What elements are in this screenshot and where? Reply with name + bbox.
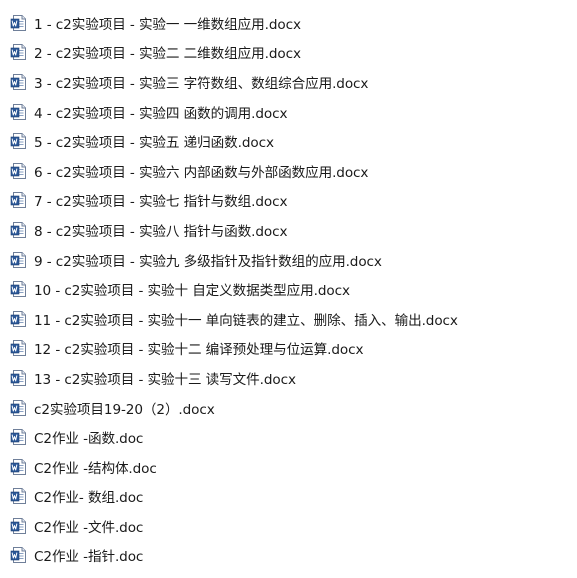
file-name: 12 - c2实验项目 - 实验十二 编译预处理与位运算.docx (34, 342, 364, 359)
file-item[interactable]: 2 - c2实验项目 - 实验二 二维数组应用.docx (0, 38, 577, 68)
word-document-icon (9, 427, 29, 447)
file-item[interactable]: 13 - c2实验项目 - 实验十三 读写文件.docx (0, 363, 577, 393)
file-item[interactable]: C2作业 -结构体.doc (0, 452, 577, 482)
file-item[interactable]: 11 - c2实验项目 - 实验十一 单向链表的建立、删除、插入、输出.docx (0, 304, 577, 334)
file-name: c2实验项目19-20（2）.docx (34, 401, 215, 418)
file-item[interactable]: 5 - c2实验项目 - 实验五 递归函数.docx (0, 126, 577, 156)
word-document-icon (9, 131, 29, 151)
file-item[interactable]: c2实验项目19-20（2）.docx (0, 393, 577, 423)
file-item[interactable]: 10 - c2实验项目 - 实验十 自定义数据类型应用.docx (0, 274, 577, 304)
file-name: 7 - c2实验项目 - 实验七 指针与数组.docx (34, 194, 288, 211)
file-name: 3 - c2实验项目 - 实验三 字符数组、数组综合应用.docx (34, 75, 369, 92)
file-name: C2作业 -结构体.doc (34, 460, 157, 477)
file-name: C2作业 -文件.doc (34, 519, 144, 536)
word-document-icon (9, 368, 29, 388)
file-item[interactable]: 7 - c2实验项目 - 实验七 指针与数组.docx (0, 186, 577, 216)
file-item[interactable]: C2作业 -文件.doc (0, 511, 577, 541)
file-name: 13 - c2实验项目 - 实验十三 读写文件.docx (34, 371, 296, 388)
word-document-icon (9, 545, 29, 565)
file-name: 6 - c2实验项目 - 实验六 内部函数与外部函数应用.docx (34, 164, 369, 181)
word-document-icon (9, 250, 29, 270)
word-document-icon (9, 398, 29, 418)
file-item[interactable]: 1 - c2实验项目 - 实验一 一维数组应用.docx (0, 8, 577, 38)
file-name: 2 - c2实验项目 - 实验二 二维数组应用.docx (34, 46, 301, 63)
file-item[interactable]: 9 - c2实验项目 - 实验九 多级指针及指针数组的应用.docx (0, 245, 577, 275)
word-document-icon (9, 102, 29, 122)
file-item[interactable]: 8 - c2实验项目 - 实验八 指针与函数.docx (0, 215, 577, 245)
file-name: C2作业- 数组.doc (34, 490, 144, 507)
file-name: 9 - c2实验项目 - 实验九 多级指针及指针数组的应用.docx (34, 253, 382, 270)
word-document-icon (9, 161, 29, 181)
word-document-icon (9, 279, 29, 299)
word-document-icon (9, 190, 29, 210)
file-name: 4 - c2实验项目 - 实验四 函数的调用.docx (34, 105, 288, 122)
file-name: 1 - c2实验项目 - 实验一 一维数组应用.docx (34, 16, 301, 33)
file-name: C2作业 -指针.doc (34, 549, 144, 566)
file-name: 11 - c2实验项目 - 实验十一 单向链表的建立、删除、插入、输出.docx (34, 312, 458, 329)
word-document-icon (9, 338, 29, 358)
file-item[interactable]: C2作业- 数组.doc (0, 482, 577, 512)
file-item[interactable]: 4 - c2实验项目 - 实验四 函数的调用.docx (0, 97, 577, 127)
file-item[interactable]: 6 - c2实验项目 - 实验六 内部函数与外部函数应用.docx (0, 156, 577, 186)
file-name: 10 - c2实验项目 - 实验十 自定义数据类型应用.docx (34, 283, 350, 300)
file-name: 5 - c2实验项目 - 实验五 递归函数.docx (34, 135, 274, 152)
file-item[interactable]: 12 - c2实验项目 - 实验十二 编译预处理与位运算.docx (0, 334, 577, 364)
word-document-icon (9, 42, 29, 62)
word-document-icon (9, 13, 29, 33)
file-item[interactable]: C2作业 -指针.doc (0, 541, 577, 571)
file-item[interactable]: 3 - c2实验项目 - 实验三 字符数组、数组综合应用.docx (0, 67, 577, 97)
word-document-icon (9, 486, 29, 506)
word-document-icon (9, 457, 29, 477)
word-document-icon (9, 516, 29, 536)
file-item[interactable]: C2作业 -函数.doc (0, 422, 577, 452)
file-list: 1 - c2实验项目 - 实验一 一维数组应用.docx 2 - c2实验项目 … (0, 0, 577, 578)
word-document-icon (9, 72, 29, 92)
word-document-icon (9, 220, 29, 240)
file-name: C2作业 -函数.doc (34, 431, 144, 448)
word-document-icon (9, 309, 29, 329)
file-name: 8 - c2实验项目 - 实验八 指针与函数.docx (34, 223, 288, 240)
